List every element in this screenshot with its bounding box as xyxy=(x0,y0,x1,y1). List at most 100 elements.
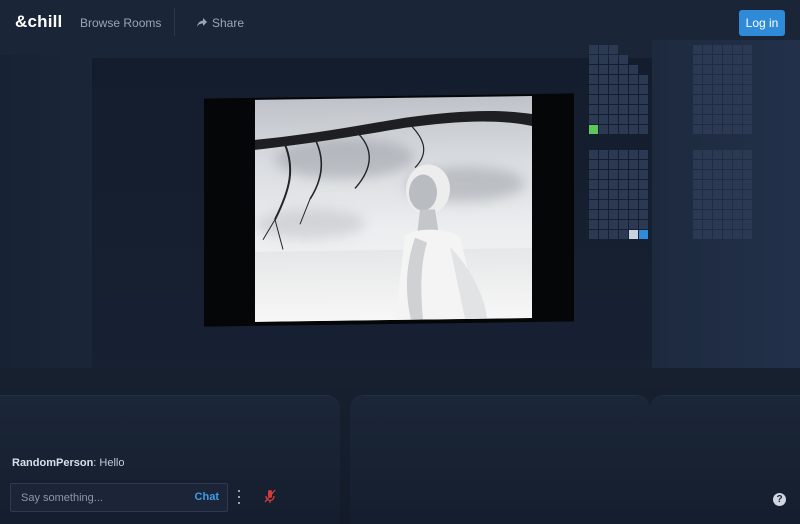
seat-cell[interactable] xyxy=(743,160,752,169)
seat-cell[interactable] xyxy=(713,210,722,219)
seat-cell[interactable] xyxy=(639,85,648,94)
seat-cell[interactable] xyxy=(639,200,648,209)
seat-cell[interactable] xyxy=(703,65,712,74)
seat-cell[interactable] xyxy=(743,75,752,84)
seat-cell[interactable] xyxy=(733,160,742,169)
seat-cell[interactable] xyxy=(599,75,608,84)
seat-cell[interactable] xyxy=(629,220,638,229)
mic-muted-icon[interactable] xyxy=(264,489,276,504)
seat-cell[interactable] xyxy=(619,95,628,104)
seat-cell[interactable] xyxy=(693,190,702,199)
seat-cell[interactable] xyxy=(743,200,752,209)
seat-cell[interactable] xyxy=(599,160,608,169)
seat-cell[interactable] xyxy=(733,85,742,94)
seat-cell[interactable] xyxy=(609,150,618,159)
seat-cell[interactable] xyxy=(589,200,598,209)
seat-cell[interactable] xyxy=(589,55,598,64)
seat-cell[interactable] xyxy=(723,200,732,209)
seat-cell[interactable] xyxy=(703,95,712,104)
seat-cell[interactable] xyxy=(629,170,638,179)
seat-cell[interactable] xyxy=(609,180,618,189)
seat-cell[interactable] xyxy=(703,125,712,134)
seat-cell[interactable] xyxy=(639,190,648,199)
seat-cell[interactable] xyxy=(609,85,618,94)
seat-cell[interactable] xyxy=(713,190,722,199)
seat-cell[interactable] xyxy=(639,95,648,104)
seat-cell[interactable] xyxy=(713,160,722,169)
seat-cell[interactable] xyxy=(619,230,628,239)
seat-cell[interactable] xyxy=(703,200,712,209)
seat-cell[interactable] xyxy=(723,125,732,134)
seat-cell[interactable] xyxy=(589,75,598,84)
seat-cell[interactable] xyxy=(599,85,608,94)
seat-cell[interactable] xyxy=(589,45,598,54)
seat-cell[interactable] xyxy=(693,105,702,114)
seat-cell[interactable] xyxy=(589,210,598,219)
seat-cell[interactable] xyxy=(609,55,618,64)
seat-cell[interactable] xyxy=(713,200,722,209)
seat-cell[interactable] xyxy=(693,45,702,54)
seat-cell[interactable] xyxy=(733,45,742,54)
seat-cell[interactable] xyxy=(723,190,732,199)
seat-cell[interactable] xyxy=(713,85,722,94)
seat-cell[interactable] xyxy=(733,210,742,219)
seat-cell[interactable] xyxy=(629,150,638,159)
seat-cell[interactable] xyxy=(589,220,598,229)
browse-rooms-link[interactable]: Browse Rooms xyxy=(80,16,161,30)
seat-cell[interactable] xyxy=(589,160,598,169)
seat-cell[interactable] xyxy=(609,95,618,104)
login-button[interactable]: Log in xyxy=(739,10,785,36)
seat-cell[interactable] xyxy=(743,55,752,64)
seat-cell[interactable] xyxy=(723,210,732,219)
seat-cell[interactable] xyxy=(639,170,648,179)
seat-cell[interactable] xyxy=(713,105,722,114)
seat-cell[interactable] xyxy=(693,210,702,219)
seat-cell[interactable] xyxy=(743,45,752,54)
seat-cell[interactable] xyxy=(693,150,702,159)
seat-cell[interactable] xyxy=(713,45,722,54)
seat-cell[interactable] xyxy=(713,55,722,64)
seat-cell[interactable] xyxy=(743,65,752,74)
seat-cell[interactable] xyxy=(703,85,712,94)
seat-cell[interactable] xyxy=(733,150,742,159)
seat-cell[interactable] xyxy=(589,85,598,94)
seat-cell[interactable] xyxy=(639,105,648,114)
seat-cell[interactable] xyxy=(609,170,618,179)
seat-cell[interactable] xyxy=(703,55,712,64)
seat-cell[interactable] xyxy=(733,125,742,134)
seat-cell[interactable] xyxy=(713,125,722,134)
help-icon[interactable]: ? xyxy=(773,493,786,506)
seat-cell[interactable] xyxy=(609,105,618,114)
seat-cell[interactable] xyxy=(693,65,702,74)
seat-cell[interactable] xyxy=(723,150,732,159)
seat-cell[interactable] xyxy=(599,170,608,179)
occupied-seat[interactable] xyxy=(629,230,638,239)
seat-cell[interactable] xyxy=(733,230,742,239)
seat-cell[interactable] xyxy=(703,210,712,219)
occupied-seat[interactable] xyxy=(639,230,648,239)
seat-cell[interactable] xyxy=(693,170,702,179)
chat-input[interactable] xyxy=(11,484,181,511)
seat-cell[interactable] xyxy=(639,75,648,84)
seat-cell[interactable] xyxy=(619,220,628,229)
seat-cell[interactable] xyxy=(693,95,702,104)
seat-cell[interactable] xyxy=(723,170,732,179)
seat-cell[interactable] xyxy=(743,150,752,159)
seat-cell[interactable] xyxy=(629,180,638,189)
seat-cell[interactable] xyxy=(609,220,618,229)
seat-cell[interactable] xyxy=(629,190,638,199)
seat-cell[interactable] xyxy=(743,230,752,239)
seat-cell[interactable] xyxy=(723,180,732,189)
seat-cell[interactable] xyxy=(743,190,752,199)
seat-cell[interactable] xyxy=(703,160,712,169)
video-player[interactable] xyxy=(255,96,532,322)
seat-cell[interactable] xyxy=(693,180,702,189)
seat-cell[interactable] xyxy=(733,180,742,189)
seat-cell[interactable] xyxy=(733,190,742,199)
seat-cell[interactable] xyxy=(589,150,598,159)
seat-cell[interactable] xyxy=(629,95,638,104)
seat-cell[interactable] xyxy=(733,115,742,124)
seat-cell[interactable] xyxy=(703,45,712,54)
seat-cell[interactable] xyxy=(713,230,722,239)
seat-cell[interactable] xyxy=(609,125,618,134)
